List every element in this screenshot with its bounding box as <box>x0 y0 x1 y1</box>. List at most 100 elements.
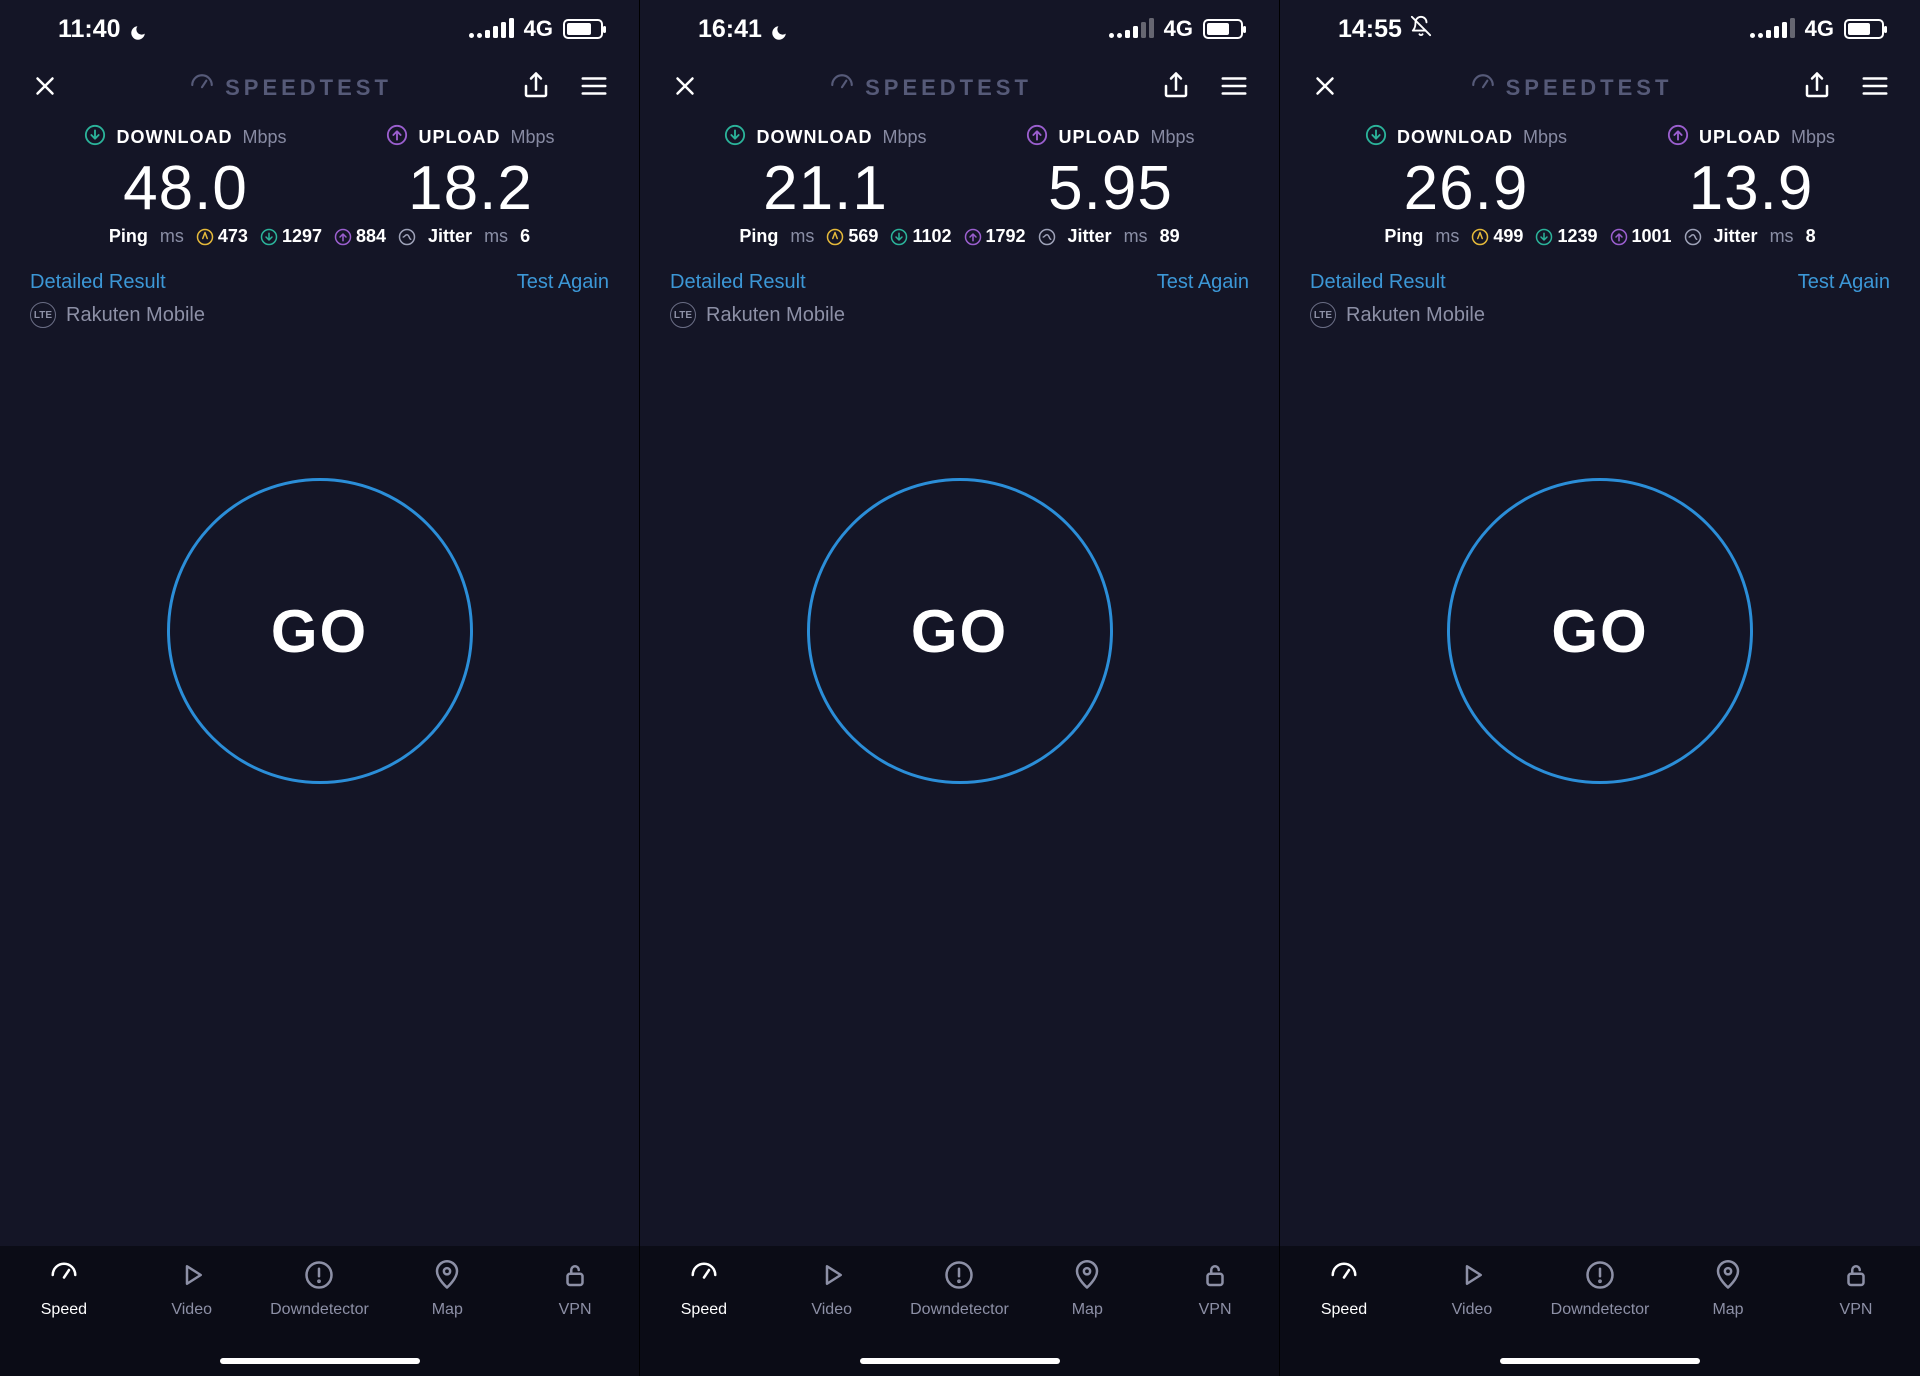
ms-unit: ms <box>1770 226 1794 247</box>
battery-icon <box>563 19 603 39</box>
cellular-signal-icon <box>1109 20 1154 38</box>
app-title: SPEEDTEST <box>829 72 1032 104</box>
tab-map[interactable]: Map <box>1668 1260 1788 1319</box>
app-title-text: SPEEDTEST <box>865 75 1032 101</box>
ms-unit: ms <box>1435 226 1459 247</box>
status-bar: 11:40 4G <box>0 0 639 58</box>
speedtest-screen-1: 16:41 4G SPEEDTEST <box>640 0 1280 1376</box>
carrier-row: LTE Rakuten Mobile <box>0 302 639 328</box>
download-metric: DOWNLOAD Mbps 21.1 <box>724 124 926 224</box>
carrier-name: Rakuten Mobile <box>706 304 845 327</box>
close-icon[interactable] <box>670 71 700 106</box>
status-bar: 16:41 4G <box>640 0 1279 58</box>
download-value: 48.0 <box>84 153 286 224</box>
tab-downdetector[interactable]: Downdetector <box>1540 1260 1660 1319</box>
app-header: SPEEDTEST <box>640 58 1279 118</box>
detailed-result-link[interactable]: Detailed Result <box>670 271 806 294</box>
go-button[interactable]: GO <box>1447 478 1753 784</box>
home-indicator[interactable] <box>1500 1358 1700 1364</box>
detailed-result-link[interactable]: Detailed Result <box>30 271 166 294</box>
upload-metric: UPLOAD Mbps 5.95 <box>1026 124 1194 224</box>
app-header: SPEEDTEST <box>1280 58 1920 118</box>
battery-icon <box>1203 19 1243 39</box>
tab-speed[interactable]: Speed <box>4 1260 124 1319</box>
speed-gauge-icon <box>689 1260 719 1295</box>
tab-video[interactable]: Video <box>772 1260 892 1319</box>
tab-speed[interactable]: Speed <box>644 1260 764 1319</box>
ping-upload: 1792 <box>964 226 1026 247</box>
battery-icon <box>1844 19 1884 39</box>
home-indicator[interactable] <box>220 1358 420 1364</box>
lock-icon <box>560 1260 590 1295</box>
tab-vpn[interactable]: VPN <box>1796 1260 1916 1319</box>
dnd-moon-icon <box>770 20 788 38</box>
carrier-row: LTE Rakuten Mobile <box>1280 302 1920 328</box>
tab-map[interactable]: Map <box>1027 1260 1147 1319</box>
unit-label: Mbps <box>510 127 554 148</box>
ping-upload: 884 <box>334 226 386 247</box>
upload-label: UPLOAD <box>418 127 500 148</box>
home-indicator[interactable] <box>860 1358 1060 1364</box>
tab-map[interactable]: Map <box>387 1260 507 1319</box>
detailed-result-link[interactable]: Detailed Result <box>1310 271 1446 294</box>
tab-video[interactable]: Video <box>1412 1260 1532 1319</box>
lte-badge-icon: LTE <box>30 302 56 328</box>
close-icon[interactable] <box>30 71 60 106</box>
hamburger-menu-icon[interactable] <box>1219 71 1249 106</box>
tab-downdetector[interactable]: Downdetector <box>259 1260 379 1319</box>
download-metric: DOWNLOAD Mbps 48.0 <box>84 124 286 224</box>
test-again-link[interactable]: Test Again <box>1798 271 1890 294</box>
download-value: 21.1 <box>724 153 926 224</box>
map-pin-icon <box>1713 1260 1743 1295</box>
network-type: 4G <box>524 16 553 42</box>
share-icon[interactable] <box>1161 71 1191 106</box>
jitter-value: 89 <box>1160 226 1180 247</box>
upload-label: UPLOAD <box>1699 127 1781 148</box>
tab-speed[interactable]: Speed <box>1284 1260 1404 1319</box>
ping-label: Ping <box>109 226 148 247</box>
result-links: Detailed Result Test Again <box>0 247 639 302</box>
carrier-name: Rakuten Mobile <box>66 304 205 327</box>
hamburger-menu-icon[interactable] <box>579 71 609 106</box>
share-icon[interactable] <box>1802 71 1832 106</box>
ping-idle: 499 <box>1471 226 1523 247</box>
upload-label: UPLOAD <box>1058 127 1140 148</box>
lock-icon <box>1200 1260 1230 1295</box>
status-bar: 14:55 4G <box>1280 0 1920 58</box>
tab-vpn[interactable]: VPN <box>1155 1260 1275 1319</box>
ping-download: 1239 <box>1535 226 1597 247</box>
unit-label: Mbps <box>242 127 286 148</box>
play-icon <box>1457 1260 1487 1295</box>
share-icon[interactable] <box>521 71 551 106</box>
app-title: SPEEDTEST <box>189 72 392 104</box>
download-arrow-icon <box>84 124 106 151</box>
tab-bar: Speed Video Downdetector Map VPN <box>1280 1246 1920 1376</box>
ms-unit: ms <box>484 226 508 247</box>
close-icon[interactable] <box>1310 71 1340 106</box>
silent-bell-off-icon <box>1410 15 1432 44</box>
go-button[interactable]: GO <box>167 478 473 784</box>
ping-download: 1297 <box>260 226 322 247</box>
upload-value: 18.2 <box>386 153 554 224</box>
unit-label: Mbps <box>882 127 926 148</box>
cellular-signal-icon <box>469 20 514 38</box>
jitter-icon <box>398 228 416 246</box>
cellular-signal-icon <box>1750 20 1795 38</box>
tab-video[interactable]: Video <box>132 1260 252 1319</box>
tab-downdetector[interactable]: Downdetector <box>899 1260 1019 1319</box>
map-pin-icon <box>432 1260 462 1295</box>
speedtest-screen-2: 14:55 4G SPEEDTEST <box>1280 0 1920 1376</box>
tab-vpn[interactable]: VPN <box>515 1260 635 1319</box>
speed-gauge-icon <box>1329 1260 1359 1295</box>
test-again-link[interactable]: Test Again <box>1157 271 1249 294</box>
download-metric: DOWNLOAD Mbps 26.9 <box>1365 124 1567 224</box>
jitter-value: 6 <box>520 226 530 247</box>
play-icon <box>177 1260 207 1295</box>
alert-circle-icon <box>1585 1260 1615 1295</box>
upload-metric: UPLOAD Mbps 13.9 <box>1667 124 1835 224</box>
go-button[interactable]: GO <box>807 478 1113 784</box>
test-again-link[interactable]: Test Again <box>517 271 609 294</box>
gauge-icon <box>1470 72 1496 104</box>
alert-circle-icon <box>304 1260 334 1295</box>
hamburger-menu-icon[interactable] <box>1860 71 1890 106</box>
